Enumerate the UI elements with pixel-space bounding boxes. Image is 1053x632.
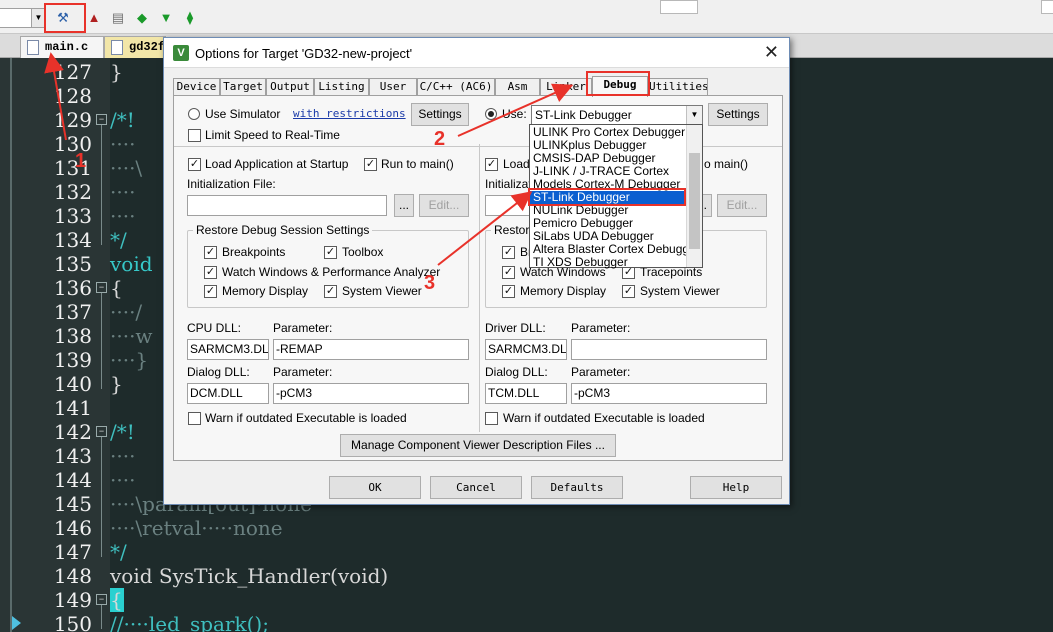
arrow-3 bbox=[437, 191, 533, 266]
annotation-arrows bbox=[44, 52, 574, 266]
arrow-1 bbox=[44, 52, 67, 141]
arrow-2 bbox=[457, 83, 574, 137]
annotation-number-2: 2 bbox=[434, 128, 446, 150]
annotation-box-debug-tab bbox=[586, 71, 650, 96]
annotation-number-1: 1 bbox=[75, 150, 87, 172]
annotation-box-stlink bbox=[528, 188, 686, 206]
annotation-number-3: 3 bbox=[424, 272, 436, 294]
annotation-box-toolbar bbox=[44, 3, 86, 33]
